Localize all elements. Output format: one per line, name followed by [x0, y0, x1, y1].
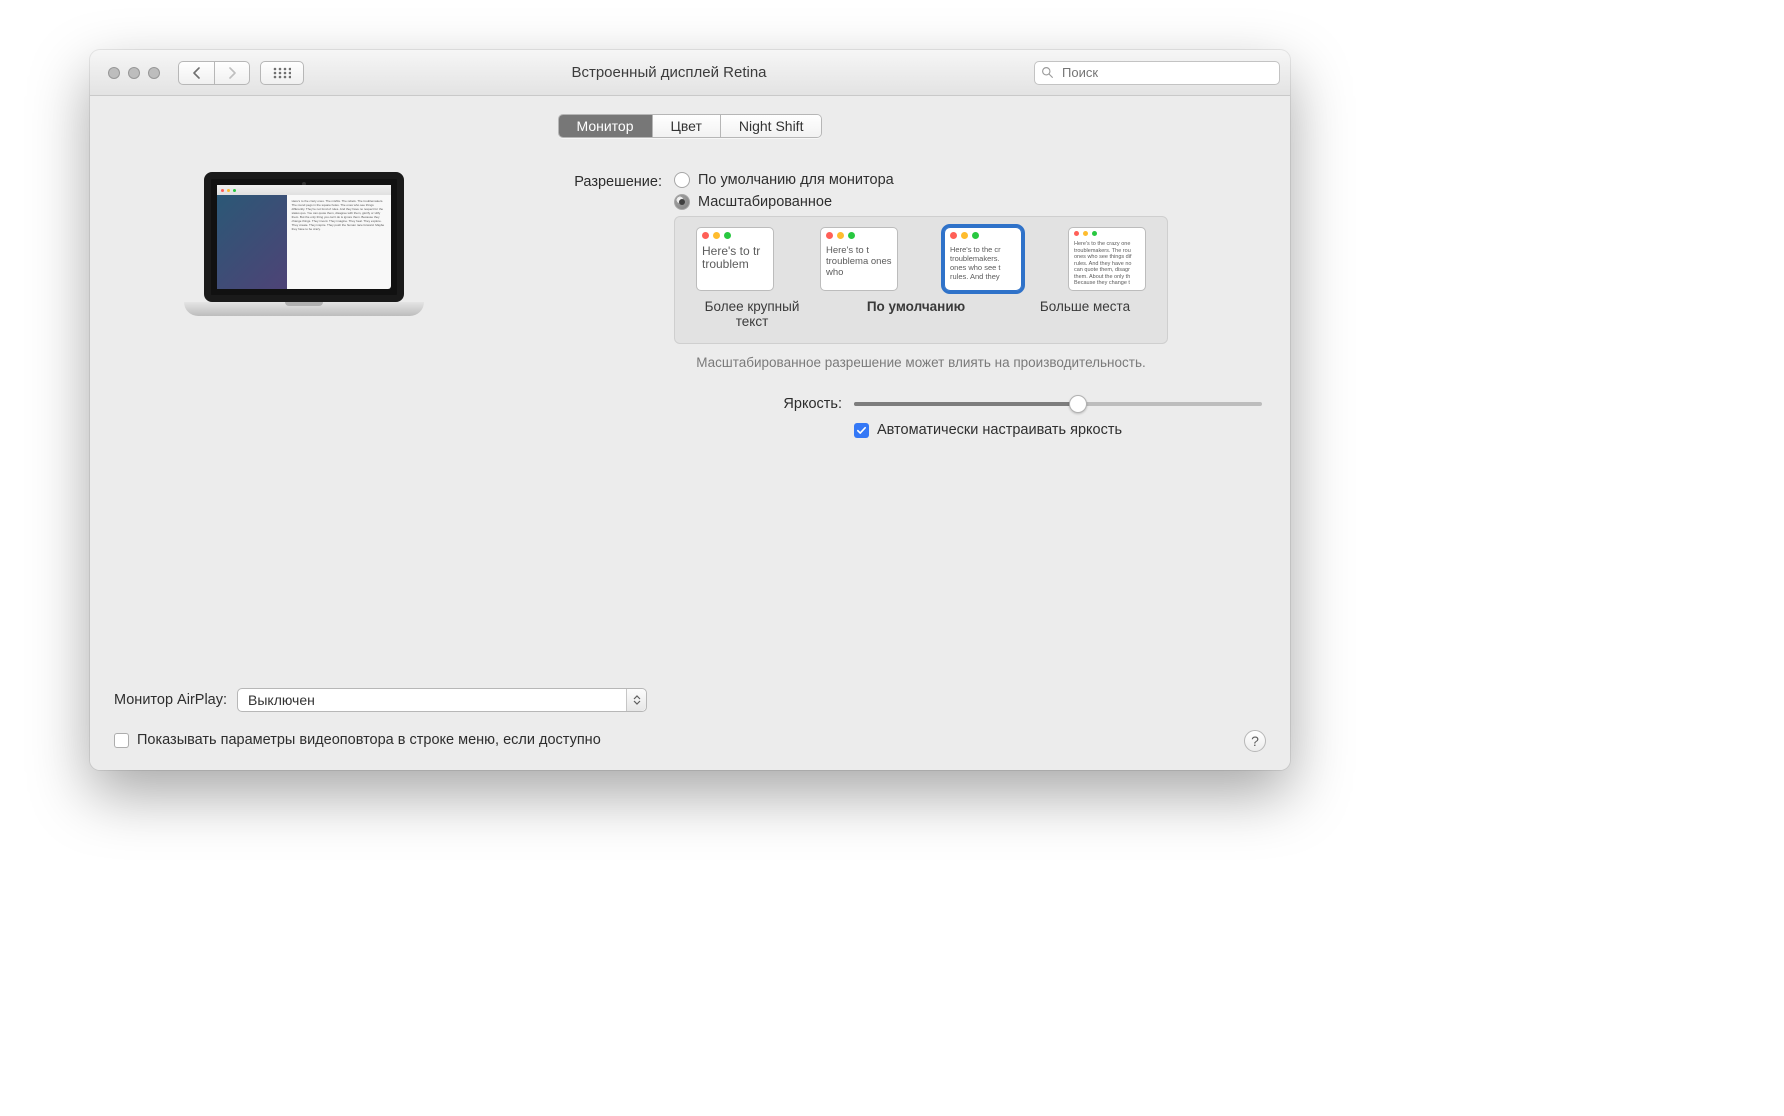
scale-more-space-label: Больше места	[1015, 299, 1155, 329]
checkbox-icon	[114, 733, 129, 748]
scale-option-more-space[interactable]: Here's to the crazy one troublemakers. T…	[1059, 227, 1155, 291]
show-all-button[interactable]	[260, 61, 304, 85]
thumb-text: Here's to t troublema ones who	[821, 242, 897, 290]
auto-brightness-checkbox[interactable]: Автоматически настраивать яркость	[854, 422, 1266, 438]
airplay-value: Выключен	[238, 692, 626, 708]
search-input[interactable]	[1060, 64, 1273, 81]
brightness-slider[interactable]	[854, 402, 1262, 406]
checkbox-checked-icon	[854, 423, 869, 438]
scale-option-medium[interactable]: Here's to t troublema ones who	[811, 227, 907, 291]
resolution-default-radio[interactable]: По умолчанию для монитора	[674, 172, 1266, 188]
resolution-scaled-radio[interactable]: Масштабированное	[674, 194, 1266, 210]
window-title: Встроенный дисплей Retina	[304, 64, 1034, 81]
laptop-illustration: Here's to the crazy ones. The misfits. T…	[184, 172, 424, 448]
scale-option-larger-text[interactable]: Here's to tr troublem	[687, 227, 783, 291]
radio-checked-icon	[674, 194, 690, 210]
prefs-window: Встроенный дисплей Retina Монитор Цвет N…	[90, 50, 1290, 770]
thumb-text: Here's to tr troublem	[697, 242, 773, 290]
close-icon[interactable]	[108, 67, 120, 79]
title-bar: Встроенный дисплей Retina	[90, 50, 1290, 96]
resolution-default-label: По умолчанию для монитора	[698, 172, 894, 188]
radio-icon	[674, 172, 690, 188]
nav-buttons	[178, 61, 250, 85]
show-mirroring-label: Показывать параметры видеоповтора в стро…	[137, 732, 601, 748]
tab-night-shift[interactable]: Night Shift	[721, 115, 822, 137]
back-button[interactable]	[178, 61, 214, 85]
search-field[interactable]	[1034, 61, 1280, 85]
tab-bar: Монитор Цвет Night Shift	[90, 114, 1290, 138]
brightness-label: Яркость:	[674, 396, 854, 412]
resolution-scaled-label: Масштабированное	[698, 194, 832, 210]
airplay-label: Монитор AirPlay:	[114, 692, 227, 708]
tab-color[interactable]: Цвет	[653, 115, 721, 137]
window-controls	[108, 67, 160, 79]
airplay-dropdown[interactable]: Выключен	[237, 688, 647, 712]
minimize-icon[interactable]	[128, 67, 140, 79]
scale-larger-text-label: Более крупный текст	[687, 299, 817, 329]
grid-icon	[273, 67, 291, 79]
scale-option-default[interactable]: Here's to the cr troublemakers. ones who…	[935, 227, 1031, 291]
scale-default-label: По умолчанию	[836, 299, 996, 329]
display-preview: Here's to the crazy ones. The misfits. T…	[114, 172, 494, 448]
zoom-icon[interactable]	[148, 67, 160, 79]
thumb-text: Here's to the cr troublemakers. ones who…	[945, 242, 1021, 290]
tab-monitor[interactable]: Монитор	[559, 115, 653, 137]
stepper-arrows-icon	[626, 689, 646, 711]
thumb-text: Here's to the crazy one troublemakers. T…	[1069, 238, 1145, 290]
help-button[interactable]: ?	[1244, 730, 1266, 752]
auto-brightness-label: Автоматически настраивать яркость	[877, 422, 1122, 438]
show-mirroring-checkbox[interactable]: Показывать параметры видеоповтора в стро…	[114, 732, 1266, 748]
search-icon	[1041, 66, 1054, 79]
chevron-left-icon	[192, 67, 202, 79]
scaled-resolution-warning: Масштабированное разрешение может влиять…	[674, 354, 1168, 372]
scaled-resolution-panel: Here's to tr troublem Here's to t troubl…	[674, 216, 1168, 344]
chevron-right-icon	[227, 67, 237, 79]
forward-button[interactable]	[214, 61, 250, 85]
resolution-label: Разрешение:	[494, 172, 674, 190]
